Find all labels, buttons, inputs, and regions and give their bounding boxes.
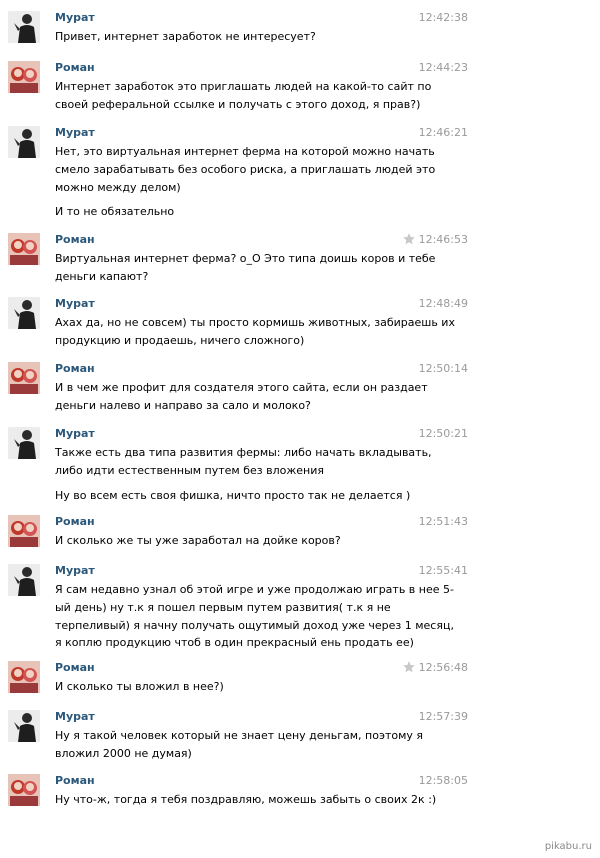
- message-timestamp: 12:56:48: [418, 661, 468, 674]
- message-line: Ну я такой человек который не знает цену…: [55, 729, 424, 742]
- sender-name[interactable]: Роман: [55, 661, 95, 675]
- message-extra-text: И то не обязательно: [55, 205, 175, 218]
- sender-name[interactable]: Мурат: [55, 564, 95, 578]
- message-line: И сколько же ты уже заработал на дойке к…: [55, 534, 341, 547]
- sender-name[interactable]: Мурат: [55, 427, 95, 441]
- message-text: И сколько ты вложил в нее?): [55, 678, 415, 696]
- avatar-roman[interactable]: [8, 661, 40, 693]
- message-timestamp: 12:42:38: [418, 11, 468, 24]
- message-text: Ну что-ж, тогда я тебя поздравляю, можеш…: [55, 791, 437, 809]
- watermark: pikabu.ru: [544, 841, 592, 852]
- message-line: либо идти естественным путем без вложени…: [55, 463, 325, 477]
- message-line: я коплю продукцию чтоб в один прекрасный…: [55, 636, 414, 650]
- message-line: И сколько ты вложил в нее?): [55, 680, 224, 693]
- message-timestamp: 12:46:53: [418, 233, 468, 246]
- message-line: Интернет заработок это приглашать людей …: [55, 80, 432, 93]
- message-line: Также есть два типа развития фермы: либо…: [55, 446, 432, 459]
- message-text: Я сам недавно узнал об этой игре и уже п…: [55, 581, 454, 652]
- message-extra-text: Ну во всем есть своя фишка, ничто просто…: [55, 489, 411, 502]
- message-timestamp: 12:46:21: [418, 126, 468, 139]
- message-line: ый день) ну т.к я пошел первым путем раз…: [55, 600, 391, 614]
- message-text: И сколько же ты уже заработал на дойке к…: [55, 532, 415, 550]
- sender-name[interactable]: Роман: [55, 515, 95, 529]
- sender-name[interactable]: Мурат: [55, 11, 95, 25]
- sender-name[interactable]: Мурат: [55, 126, 95, 140]
- message-line: Привет, интернет заработок не интересует…: [55, 30, 316, 43]
- message-timestamp: 12:50:21: [418, 427, 468, 440]
- sender-name[interactable]: Мурат: [55, 297, 95, 311]
- message-line: деньги капают?: [55, 269, 149, 283]
- message-line: Ну что-ж, тогда я тебя поздравляю, можеш…: [55, 793, 437, 806]
- message-line: И в чем же профит для создателя этого са…: [55, 381, 428, 394]
- message-line: Я сам недавно узнал об этой игре и уже п…: [55, 583, 454, 596]
- sender-name[interactable]: Роман: [55, 233, 95, 247]
- message-text: Также есть два типа развития фермы: либо…: [55, 444, 432, 480]
- message-timestamp: 12:51:43: [418, 515, 468, 528]
- message-line: можно между делом): [55, 180, 181, 194]
- message-timestamp: 12:57:39: [418, 710, 468, 723]
- message-line: Виртуальная интернет ферма? о_О Это типа…: [55, 252, 436, 265]
- avatar-roman[interactable]: [8, 515, 40, 547]
- message-text: Ахах да, но не совсем) ты просто кормишь…: [55, 314, 455, 350]
- avatar-murat[interactable]: [8, 126, 40, 158]
- message-line: Нет, это виртуальная интернет ферма на к…: [55, 145, 435, 158]
- message-line: деньги налево и направо за сало и молоко…: [55, 398, 311, 412]
- sender-name[interactable]: Роман: [55, 362, 95, 376]
- message-line: продукцию и продаешь, ничего сложного): [55, 333, 305, 347]
- message-text: Привет, интернет заработок не интересует…: [55, 28, 415, 46]
- sender-name[interactable]: Роман: [55, 774, 95, 788]
- message-timestamp: 12:55:41: [418, 564, 468, 577]
- message-text: И в чем же профит для создателя этого са…: [55, 379, 428, 415]
- avatar-murat[interactable]: [8, 427, 40, 459]
- message-text: Виртуальная интернет ферма? о_О Это типа…: [55, 250, 436, 286]
- message-line: своей реферальной ссылке и получать с эт…: [55, 97, 421, 111]
- avatar-roman[interactable]: [8, 61, 40, 93]
- message-line: терпеливый) я начну получать ощутимый до…: [55, 618, 454, 632]
- message-line: вложил 2000 не думая): [55, 746, 192, 760]
- message-timestamp: 12:48:49: [418, 297, 468, 310]
- avatar-murat[interactable]: [8, 297, 40, 329]
- message-text: Нет, это виртуальная интернет ферма на к…: [55, 143, 436, 196]
- message-line: смело зарабатывать без особого риска, а …: [55, 162, 436, 176]
- message-timestamp: 12:50:14: [418, 362, 468, 375]
- avatar-murat[interactable]: [8, 710, 40, 742]
- avatar-roman[interactable]: [8, 362, 40, 394]
- message-line: Ахах да, но не совсем) ты просто кормишь…: [55, 316, 455, 329]
- message-timestamp: 12:58:05: [418, 774, 468, 787]
- avatar-roman[interactable]: [8, 233, 40, 265]
- message-text: Интернет заработок это приглашать людей …: [55, 78, 432, 114]
- sender-name[interactable]: Роман: [55, 61, 95, 75]
- sender-name[interactable]: Мурат: [55, 710, 95, 724]
- message-text: Ну я такой человек который не знает цену…: [55, 727, 424, 763]
- avatar-murat[interactable]: [8, 564, 40, 596]
- avatar-roman[interactable]: [8, 774, 40, 806]
- message-timestamp: 12:44:23: [418, 61, 468, 74]
- avatar-murat[interactable]: [8, 11, 40, 43]
